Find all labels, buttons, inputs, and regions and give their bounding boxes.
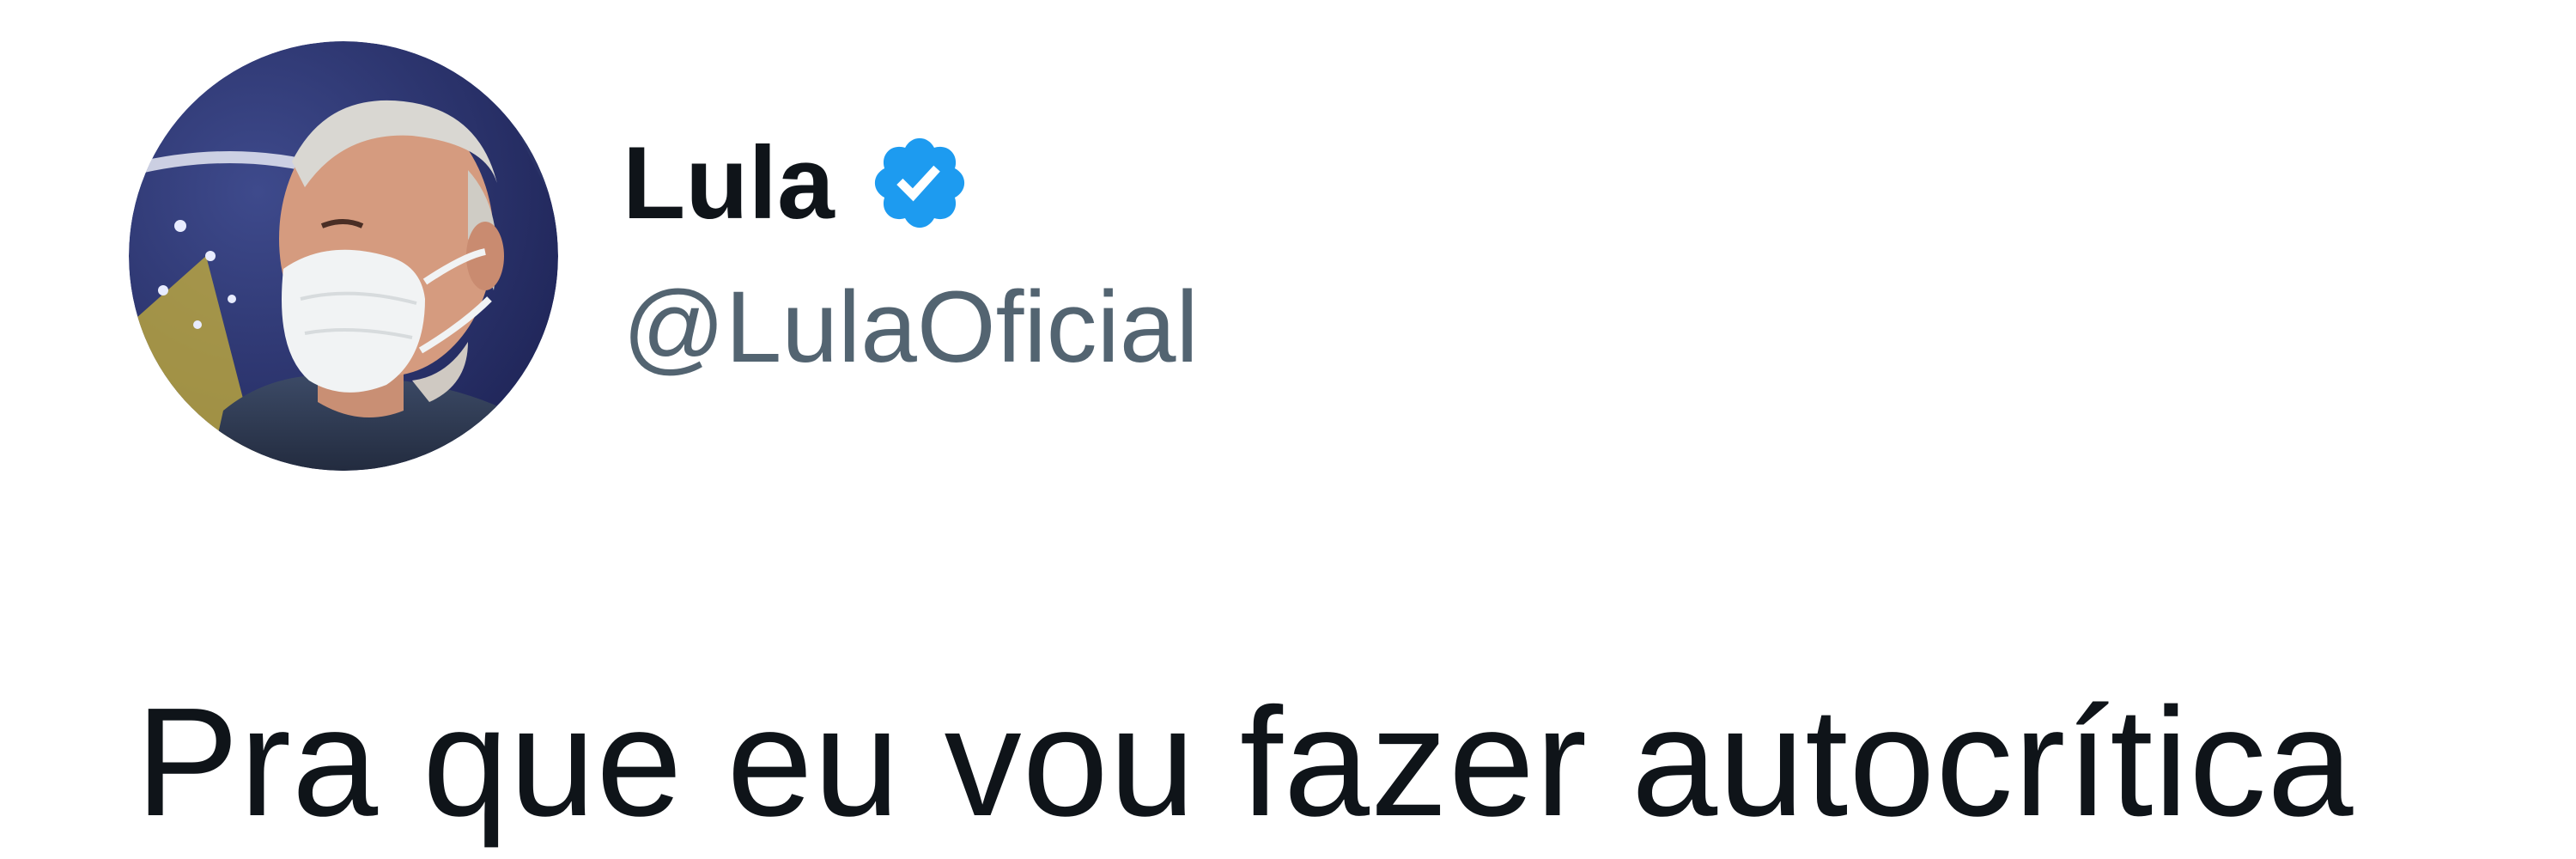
author-handle[interactable]: @LulaOficial [623, 271, 1199, 383]
avatar-photo-icon [129, 41, 558, 471]
author-display-name[interactable]: Lula [623, 127, 835, 239]
author-avatar[interactable] [129, 41, 558, 471]
tweet-card: Lula @LulaOficial Pra que eu vou fazer a… [0, 0, 2576, 859]
verified-badge-icon [867, 131, 972, 235]
tweet-text: Pra que eu vou fazer autocrítica [136, 676, 2354, 849]
author-name-row: Lula [623, 127, 972, 239]
